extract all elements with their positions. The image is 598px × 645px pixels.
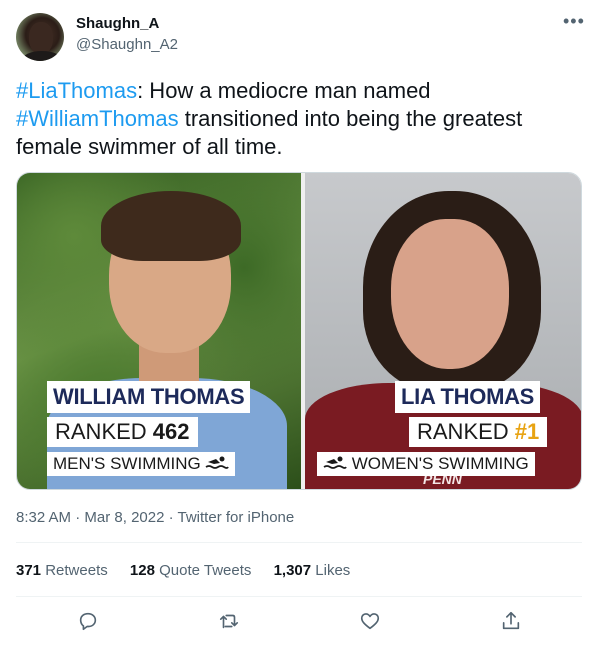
- swimmer-icon: [205, 456, 230, 469]
- avatar-shirt: [22, 51, 62, 61]
- divider-bottom: [16, 596, 582, 597]
- display-name[interactable]: Shaughn_A: [76, 15, 159, 32]
- tweet-text: #LiaThomas: How a mediocre man named #Wi…: [16, 77, 576, 161]
- share-icon: [502, 611, 520, 630]
- likes-stat[interactable]: 1,307 Likes: [274, 562, 351, 579]
- like-icon: [360, 613, 380, 630]
- photo-william-thomas: WILLIAM THOMAS RANKED 462 MEN'S SWIMMING: [17, 173, 301, 489]
- avatar[interactable]: [16, 13, 64, 61]
- left-rank-value: 462: [152, 419, 190, 444]
- quote-tweets-stat[interactable]: 128 Quote Tweets: [130, 562, 251, 579]
- retweet-button[interactable]: [215, 607, 243, 635]
- right-rank-value: #1: [514, 419, 540, 444]
- swimmer-icon: [323, 456, 347, 469]
- tweet-text-part-1: : How a mediocre man named: [137, 78, 431, 103]
- left-category-label: MEN'S SWIMMING: [47, 452, 236, 476]
- reply-icon: [79, 612, 97, 631]
- retweet-icon: [219, 614, 239, 629]
- hashtag-william-thomas[interactable]: #WilliamThomas: [16, 106, 179, 131]
- engagement-stats: 371 Retweets 128 Quote Tweets 1,307 Like…: [16, 562, 368, 579]
- reply-button[interactable]: [74, 607, 102, 635]
- like-button[interactable]: [356, 607, 384, 635]
- share-button[interactable]: [497, 607, 525, 635]
- right-category-label: WOMEN'S SWIMMING: [317, 452, 535, 476]
- photo-lia-thomas: PENN LIA THOMAS RANKED #1 WOMEN'S SWIMMI…: [305, 173, 581, 489]
- more-icon[interactable]: •••: [563, 11, 585, 32]
- divider-top: [16, 542, 582, 543]
- avatar-face: [29, 22, 53, 54]
- retweets-stat[interactable]: 371 Retweets: [16, 562, 108, 579]
- right-name-label: LIA THOMAS: [395, 381, 541, 413]
- tweet-timestamp: 8:32 AM · Mar 8, 2022 · Twitter for iPho…: [16, 509, 295, 526]
- handle[interactable]: @Shaughn_A2: [76, 36, 178, 53]
- right-rank-label: RANKED #1: [409, 417, 548, 447]
- left-name-label: WILLIAM THOMAS: [47, 381, 251, 413]
- hashtag-lia-thomas[interactable]: #LiaThomas: [16, 78, 137, 103]
- tweet-image[interactable]: WILLIAM THOMAS RANKED 462 MEN'S SWIMMING…: [16, 172, 582, 490]
- tweet-time[interactable]: 8:32 AM: [16, 509, 71, 526]
- tweet-date[interactable]: Mar 8, 2022: [84, 509, 164, 526]
- left-rank-label: RANKED 462: [47, 417, 198, 447]
- tweet-source[interactable]: Twitter for iPhone: [178, 509, 295, 526]
